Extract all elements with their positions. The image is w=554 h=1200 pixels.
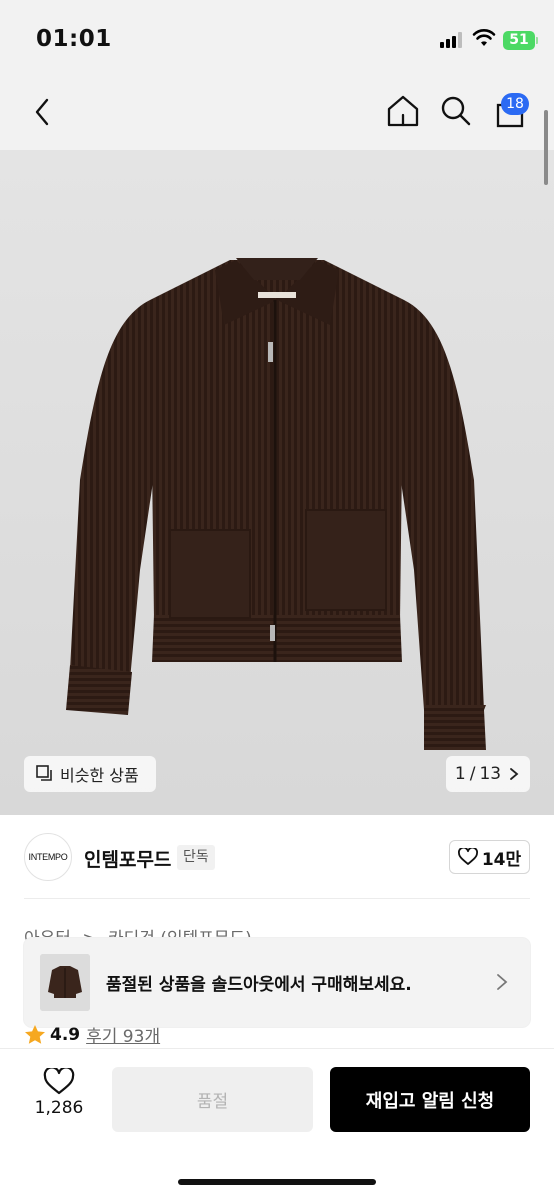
search-button[interactable] xyxy=(438,92,474,130)
brand-like-button[interactable]: 14만 xyxy=(449,840,530,874)
brand-name[interactable]: 인템포무드 xyxy=(84,845,171,872)
pager-current: 1 xyxy=(454,764,466,784)
top-nav-bar xyxy=(0,80,554,150)
pager-total: 13 xyxy=(479,764,502,784)
similar-products-label: 비슷한 상품 xyxy=(60,766,139,785)
chevron-right-icon xyxy=(497,974,508,990)
heart-icon xyxy=(457,848,478,865)
chevron-right-icon xyxy=(510,768,519,780)
home-button[interactable] xyxy=(384,92,422,130)
rating-score: 4.9 xyxy=(50,1024,81,1045)
brand-like-count: 14만 xyxy=(481,849,522,870)
wishlist-count: 1,286 xyxy=(34,1098,84,1118)
home-icon xyxy=(387,95,419,127)
page-scrollbar[interactable] xyxy=(544,110,548,185)
product-image xyxy=(66,258,486,750)
status-bar: 01:01 51 xyxy=(0,0,554,80)
banner-product-thumbnail xyxy=(40,954,90,1011)
review-count-link[interactable]: 후기 93개 xyxy=(86,1022,160,1047)
rating-row: 4.9 후기 93개 xyxy=(24,1022,160,1047)
back-button[interactable] xyxy=(26,94,58,130)
pager-separator: / xyxy=(469,764,476,784)
banner-message: 품절된 상품을 솔드아웃에서 구매해보세요. xyxy=(106,975,412,995)
cellular-signal-icon xyxy=(440,32,464,48)
brand-logo[interactable]: INTEMPO xyxy=(24,833,72,881)
status-time: 01:01 xyxy=(36,26,112,52)
product-image-gallery[interactable] xyxy=(0,150,554,815)
chevron-left-icon xyxy=(35,98,49,126)
similar-products-button[interactable]: 비슷한 상품 xyxy=(24,756,156,792)
star-icon xyxy=(25,1025,45,1044)
image-pager[interactable]: 1 / 13 xyxy=(446,756,530,792)
restock-alert-button[interactable]: 재입고 알림 신청 xyxy=(330,1067,530,1132)
wishlist-button[interactable]: 1,286 xyxy=(24,1068,94,1118)
soldout-button[interactable]: 품절 xyxy=(112,1067,313,1132)
home-indicator[interactable] xyxy=(178,1179,376,1185)
soldout-promo-banner[interactable]: 품절된 상품을 솔드아웃에서 구매해보세요. xyxy=(24,938,530,1027)
heart-icon xyxy=(43,1068,75,1095)
exclusive-tag: 단독 xyxy=(177,845,215,870)
copy-squares-icon xyxy=(36,765,52,781)
battery-tip xyxy=(536,37,538,44)
battery-indicator: 51 xyxy=(503,31,535,50)
section-divider xyxy=(24,898,530,899)
wifi-icon xyxy=(472,29,496,46)
cart-count-badge: 18 xyxy=(501,93,529,115)
search-icon xyxy=(441,96,471,126)
